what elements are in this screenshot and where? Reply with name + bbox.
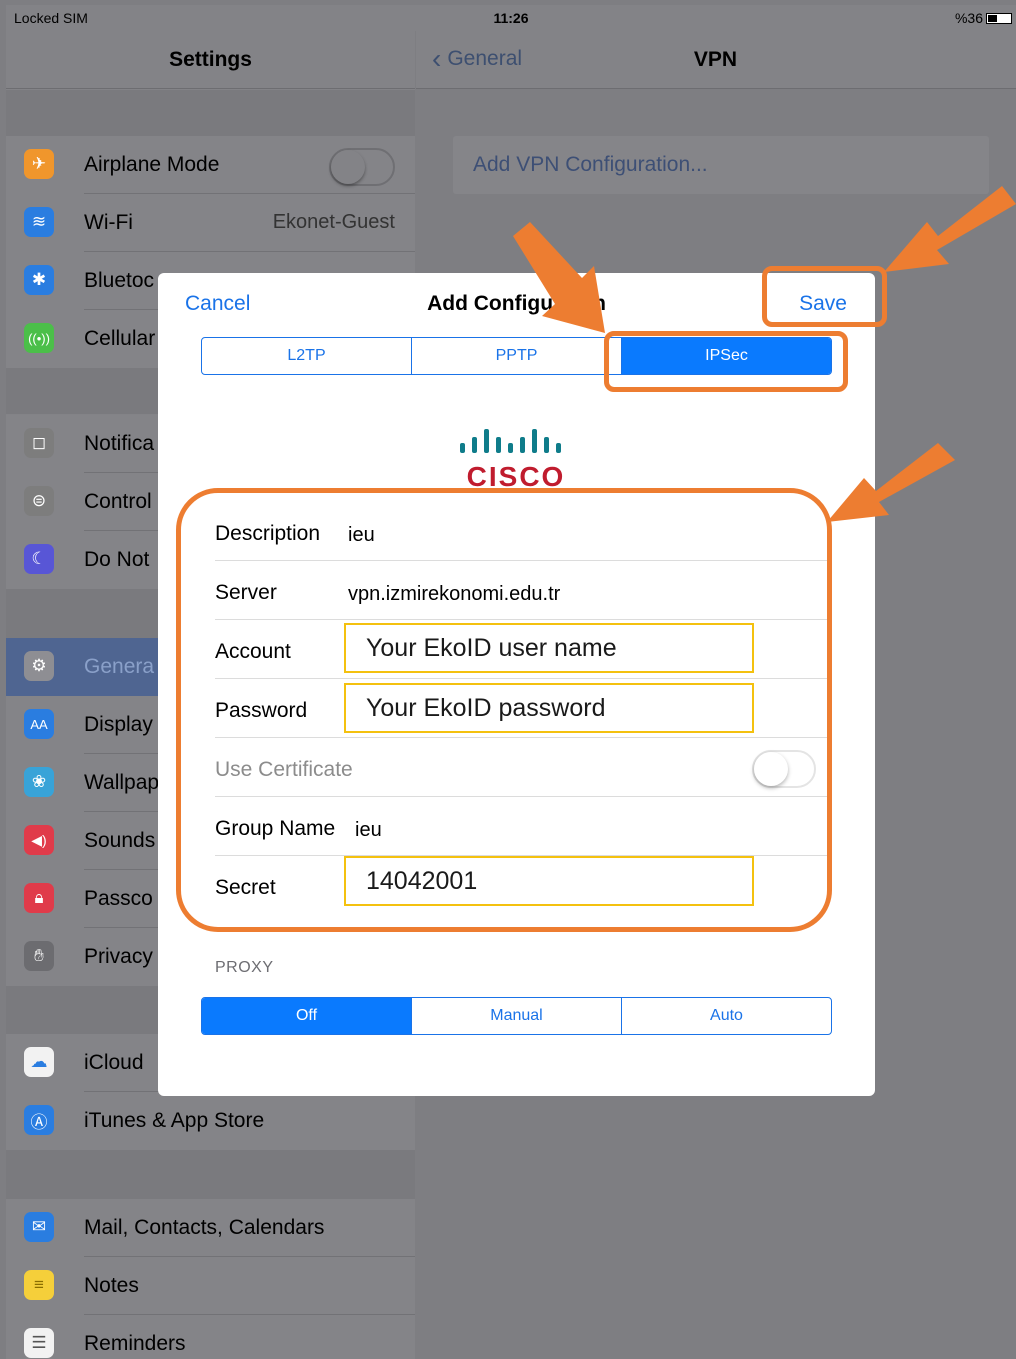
proxy-section-header: PROXY [215,959,274,976]
wifi-icon: ≋ [24,207,54,237]
sidebar-item-label: Control [84,490,152,513]
clock: 11:26 [493,10,529,26]
section-gap [6,90,415,136]
page-title: VPN [693,48,738,71]
section-gap [6,1150,415,1199]
sidebar-item-label: Passco [84,887,153,910]
sidebar-item-label: Reminders [84,1332,186,1355]
settings-title: Settings [6,31,415,89]
cisco-bars-icon [460,429,561,453]
battery-status: %36 [955,10,1012,26]
control-center-icon: ⊜ [24,486,54,516]
segment-proxy-auto[interactable]: Auto [621,998,831,1034]
notifications-icon: ◻ [24,428,54,458]
gear-icon: ⚙ [24,651,54,681]
sidebar-item-mail[interactable]: ✉ Mail, Contacts, Calendars [6,1199,415,1257]
airplane-mode-toggle[interactable] [329,148,395,186]
arrow-to-save [884,186,1016,272]
sidebar-item-label: Display [84,713,153,736]
wallpaper-icon: ❀ [24,767,54,797]
mail-icon: ✉ [24,1212,54,1242]
segment-proxy-off[interactable]: Off [202,998,411,1034]
reminders-icon: ☰ [24,1328,54,1358]
sidebar-item-label: Mail, Contacts, Calendars [84,1216,325,1239]
sidebar-item-label: Wi-Fi [84,211,133,234]
sidebar-item-label: Cellular [84,327,156,350]
sounds-icon: ◀) [24,825,54,855]
lock-icon: 🔒︎ [24,883,54,913]
ipsec-highlight-box [604,331,848,392]
notes-icon: ≡ [24,1270,54,1300]
hand-icon: ✋︎ [24,941,54,971]
save-highlight-box [762,266,887,327]
moon-icon: ☾ [24,544,54,574]
sidebar-item-label: iTunes & App Store [84,1109,265,1132]
wifi-network-value: Ekonet-Guest [272,211,395,233]
cisco-logo: CISCO [456,425,576,492]
sidebar-item-label: Notes [84,1274,139,1297]
add-vpn-configuration-button[interactable]: Add VPN Configuration... [453,136,989,194]
form-highlight-box [176,488,832,932]
sidebar-item-label: Bluetoc [84,269,155,292]
app-store-icon: Ⓐ [24,1105,54,1135]
sidebar-item-label: Airplane Mode [84,153,220,176]
sidebar-item-label: Privacy [84,945,153,968]
status-bar: Locked SIM 11:26 %36 [6,5,1016,31]
sidebar-item-itunes-app-store[interactable]: Ⓐ iTunes & App Store [6,1092,415,1150]
cloud-icon: ☁ [24,1047,54,1077]
sidebar-item-label: iCloud [84,1051,144,1074]
sidebar-item-notes[interactable]: ≡ Notes [6,1257,415,1315]
proxy-segmented-control: Off Manual Auto [201,997,832,1035]
sidebar-item-label: Sounds [84,829,156,852]
airplane-icon: ✈ [24,149,54,179]
sidebar-item-wifi[interactable]: ≋ Wi-Fi Ekonet-Guest [6,194,415,252]
cellular-icon: ((•)) [24,323,54,353]
display-icon: AA [24,709,54,739]
vpn-nav-bar: ‹ General VPN [416,31,1016,89]
battery-percent: %36 [954,10,983,26]
bluetooth-icon: ✱ [24,265,54,295]
sidebar-item-airplane-mode[interactable]: ✈ Airplane Mode [6,136,415,194]
sidebar-item-label: Notifica [84,432,155,455]
sidebar-item-reminders[interactable]: ☰ Reminders [6,1315,415,1359]
sidebar-item-label: Do Not [84,548,150,571]
battery-icon [986,12,1012,24]
segment-pptp[interactable]: PPTP [411,338,621,374]
sidebar-item-label: Wallpap [84,771,160,794]
segment-l2tp[interactable]: L2TP [202,338,411,374]
segment-proxy-manual[interactable]: Manual [411,998,621,1034]
sidebar-item-label: Genera [84,655,155,678]
